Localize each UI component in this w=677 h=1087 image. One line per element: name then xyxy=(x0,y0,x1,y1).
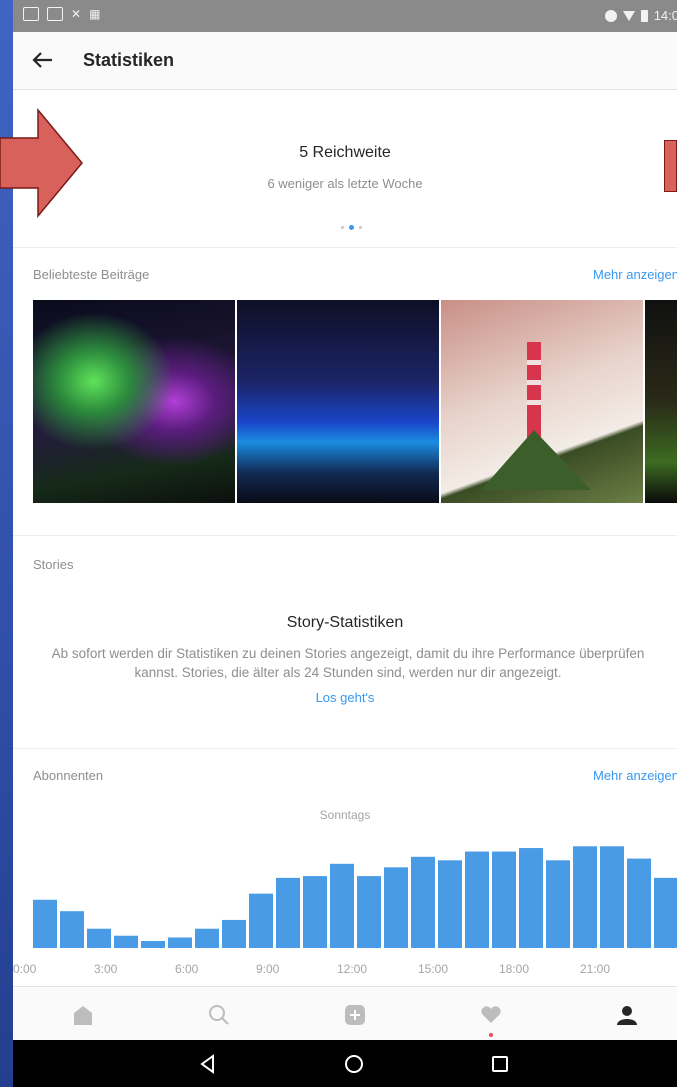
profile-icon[interactable] xyxy=(613,1001,641,1029)
image-icon xyxy=(23,7,39,21)
chart-bar xyxy=(141,940,165,948)
back-arrow-icon[interactable] xyxy=(29,46,57,74)
add-post-icon[interactable] xyxy=(341,1001,369,1029)
chart-bar xyxy=(384,867,408,948)
post-thumbnail[interactable] xyxy=(645,300,677,503)
back-triangle-icon[interactable] xyxy=(197,1053,219,1075)
stories-section: Stories Story-Statistiken Ab sofort werd… xyxy=(13,535,677,749)
chart-bar xyxy=(33,899,57,948)
home-icon[interactable] xyxy=(69,1001,97,1029)
top-posts-more-link[interactable]: Mehr anzeigen xyxy=(593,267,677,282)
chart-bar xyxy=(222,919,246,948)
page-indicator xyxy=(341,225,362,230)
red-arrow-annotation xyxy=(664,140,677,192)
chart-tick-label: 3:00 xyxy=(94,962,118,976)
chart-bar xyxy=(168,937,192,948)
activity-dot xyxy=(489,1033,493,1037)
reach-comparison: 6 weniger als letzte Woche xyxy=(267,176,423,191)
get-started-link[interactable]: Los geht's xyxy=(13,690,677,705)
chart-bar xyxy=(411,856,435,948)
status-bar: ✕ ▦ 14:0 xyxy=(13,0,677,32)
chart-bar xyxy=(654,877,677,948)
mute-icon: ✕ xyxy=(71,7,82,21)
chart-bar xyxy=(465,851,489,948)
chart-bar xyxy=(519,848,543,948)
chart-tick-label: 15:00 xyxy=(418,962,448,976)
post-thumbnail[interactable] xyxy=(33,300,235,503)
story-stats-description: Ab sofort werden dir Statistiken zu dein… xyxy=(51,646,645,680)
chart-tick-label: 21:00 xyxy=(580,962,610,976)
home-circle-icon[interactable] xyxy=(343,1053,365,1075)
chart-bar xyxy=(573,846,597,948)
chart-bar xyxy=(330,863,354,948)
chart-bar xyxy=(492,851,516,948)
page-dot-active xyxy=(349,225,354,230)
chart-bar xyxy=(600,846,624,948)
page-dot xyxy=(341,226,344,229)
grid-icon: ▦ xyxy=(89,7,101,21)
chart-bar xyxy=(357,876,381,948)
bottom-navigation xyxy=(13,986,677,1041)
top-posts-label: Beliebteste Beiträge xyxy=(33,267,150,282)
app-screen: ✕ ▦ 14:0 Statistiken 5 Reichweite 6 weni… xyxy=(13,0,677,1087)
chart-bar xyxy=(249,893,273,948)
reach-value: 5 Reichweite xyxy=(299,144,391,161)
top-posts-carousel[interactable] xyxy=(33,300,677,503)
chart-bar xyxy=(546,860,570,948)
chart-tick-label: 0:00 xyxy=(13,962,37,976)
chart-bar xyxy=(87,928,111,948)
app-header: Statistiken xyxy=(13,32,677,90)
do-not-disturb-icon xyxy=(604,9,617,22)
wifi-icon xyxy=(622,10,635,21)
chart-bar xyxy=(195,928,219,948)
red-arrow-annotation xyxy=(0,108,83,218)
chart-bar xyxy=(303,876,327,948)
chart-bar xyxy=(60,911,84,948)
page-dot xyxy=(359,226,362,229)
chart-tick-label: 9:00 xyxy=(256,962,280,976)
chart-bar xyxy=(627,858,651,948)
chart-bar xyxy=(114,935,138,948)
battery-icon xyxy=(640,9,648,22)
heart-icon[interactable] xyxy=(477,1001,505,1029)
post-thumbnail[interactable] xyxy=(441,300,643,503)
tree-image xyxy=(481,342,591,490)
chart-tick-label: 18:00 xyxy=(499,962,529,976)
chart-bar xyxy=(276,877,300,948)
status-time: 14:0 xyxy=(653,8,677,23)
status-notifications: ✕ ▦ xyxy=(23,7,100,21)
system-navigation-bar xyxy=(13,1040,677,1087)
status-indicators: 14:0 xyxy=(604,8,677,23)
chart-bar xyxy=(438,860,462,948)
stories-label: Stories xyxy=(33,557,74,572)
post-thumbnail[interactable] xyxy=(237,300,439,503)
chart-tick-label: 6:00 xyxy=(175,962,199,976)
reach-card[interactable]: 5 Reichweite 6 weniger als letzte Woche xyxy=(13,90,677,248)
page-title: Statistiken xyxy=(83,50,175,70)
recents-square-icon[interactable] xyxy=(489,1053,511,1075)
followers-hourly-chart: 0:00 3:00 6:00 9:00 12:00 15:00 18:00 21:00 xyxy=(13,846,677,976)
followers-section: Abonnenten Mehr anzeigen Sonntags 0:00 3:… xyxy=(13,748,677,986)
photo-icon xyxy=(47,7,63,21)
story-stats-title: Story-Statistiken xyxy=(286,614,404,631)
chart-tick-label: 12:00 xyxy=(337,962,367,976)
search-icon[interactable] xyxy=(205,1001,233,1029)
